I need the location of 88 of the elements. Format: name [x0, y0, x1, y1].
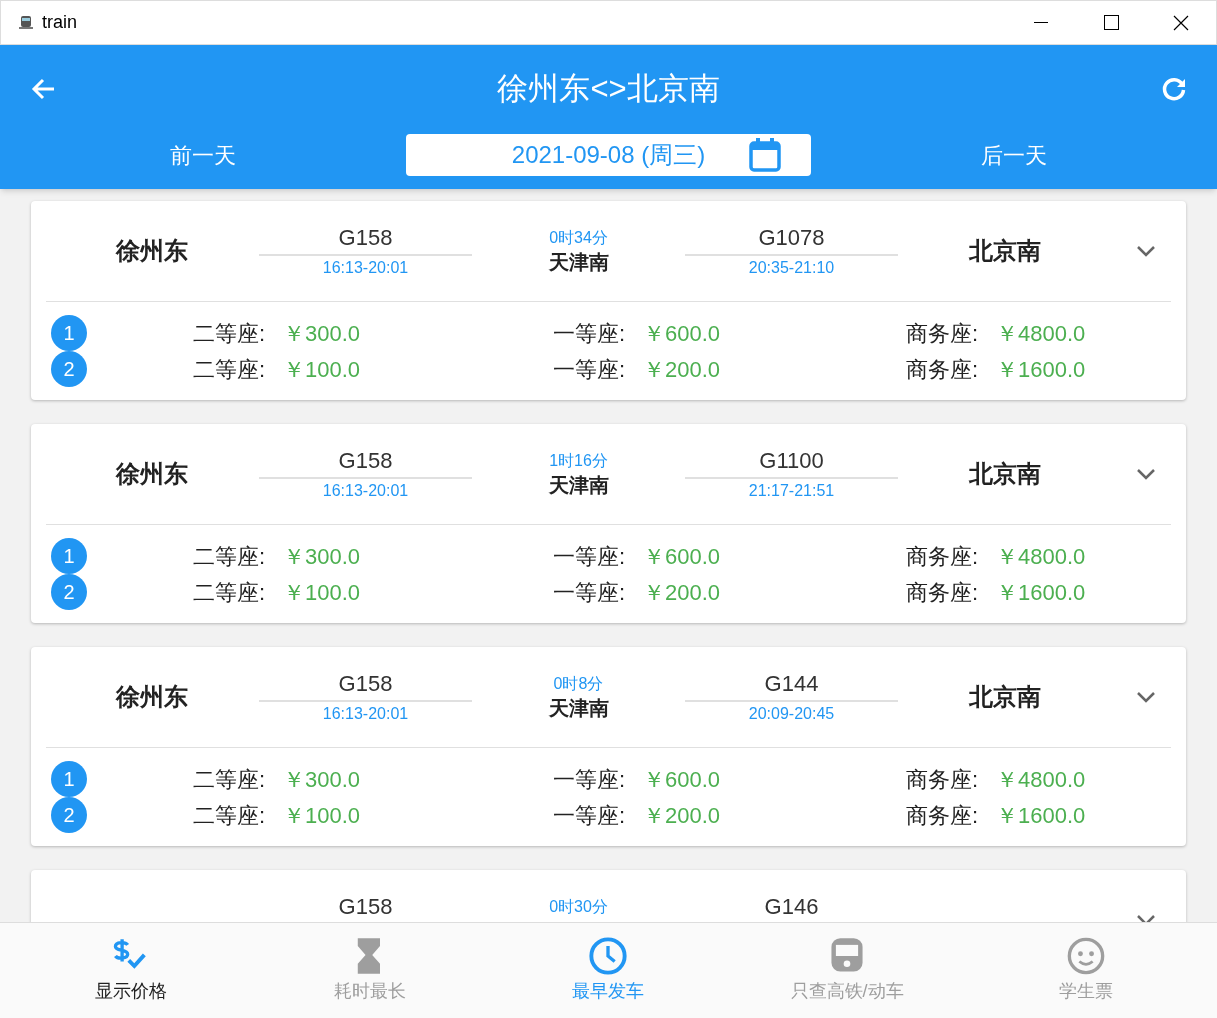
nav-tab[interactable]: 耗时最长 — [250, 923, 490, 1018]
minimize-icon — [1034, 21, 1048, 24]
fare-number-badge: 2 — [51, 797, 87, 833]
expand-chevron-icon[interactable] — [1135, 468, 1156, 480]
seat-price: ￥200.0 — [643, 578, 722, 607]
train-number: G158 — [259, 445, 472, 479]
seat-price: ￥4800.0 — [996, 319, 1087, 348]
expand-chevron-icon[interactable] — [1135, 914, 1156, 922]
maximize-icon — [1103, 15, 1119, 30]
transfer-wait: 0时8分 — [553, 674, 604, 694]
seat-class-label: 二等座: — [191, 578, 265, 607]
next-day-button[interactable]: 后一天 — [811, 138, 1217, 172]
seat-price: ￥200.0 — [643, 355, 722, 384]
arrival-station: 北京南 — [967, 236, 1042, 266]
seat-class-label: 商务座: — [904, 542, 978, 571]
clock-icon — [588, 936, 629, 976]
page-title: 徐州东<>北京南 — [496, 69, 721, 108]
transfer-wait: 0时34分 — [549, 228, 608, 248]
seat-price: ￥300.0 — [283, 765, 362, 794]
train-times: 16:13-20:01 — [322, 480, 409, 501]
nav-tab[interactable]: 最早发车 — [489, 923, 728, 1018]
seat-price: ￥600.0 — [643, 319, 722, 348]
app-icon — [18, 14, 34, 31]
seat-class-label: 二等座: — [191, 801, 265, 830]
transfer-wait: 1时16分 — [549, 451, 608, 471]
train-times: 21:17-21:51 — [748, 480, 835, 501]
transfer-station: 天津南 — [548, 250, 609, 275]
expand-chevron-icon[interactable] — [1135, 691, 1156, 703]
train-times: 16:13-20:01 — [322, 703, 409, 724]
fare-number-badge: 2 — [51, 351, 87, 387]
seat-class-label: 商务座: — [904, 319, 978, 348]
calendar-icon — [749, 138, 781, 172]
seat-class-label: 二等座: — [191, 542, 265, 571]
window-title: train — [42, 11, 77, 34]
expand-chevron-icon[interactable] — [1135, 245, 1156, 257]
seat-class-label: 商务座: — [904, 578, 978, 607]
seat-price: ￥600.0 — [643, 542, 722, 571]
seat-class-label: 商务座: — [904, 765, 978, 794]
fare-number-badge: 1 — [51, 538, 87, 574]
train-times: 20:09-20:45 — [748, 703, 835, 724]
seat-price: ￥300.0 — [283, 542, 362, 571]
fare-number-badge: 2 — [51, 574, 87, 610]
seat-price: ￥100.0 — [283, 801, 362, 830]
train-number: G144 — [685, 668, 898, 702]
transfer-station: 天津南 — [548, 696, 609, 721]
departure-station: 徐州东 — [114, 236, 189, 266]
departure-station: 徐州东 — [114, 459, 189, 489]
fare-number-badge: 1 — [51, 761, 87, 797]
arrival-station: 北京南 — [967, 682, 1042, 712]
seat-price: ￥4800.0 — [996, 542, 1087, 571]
seat-class-label: 二等座: — [191, 765, 265, 794]
transfer-wait: 0时30分 — [549, 897, 608, 917]
seat-class-label: 一等座: — [551, 355, 625, 384]
seat-class-label: 一等座: — [551, 542, 625, 571]
arrival-station: 北京南 — [967, 459, 1042, 489]
seat-price: ￥1600.0 — [996, 355, 1087, 384]
seat-class-label: 商务座: — [904, 355, 978, 384]
nav-tab[interactable]: 只查高铁/动车 — [727, 923, 967, 1018]
train-number: G158 — [259, 668, 472, 702]
seat-price: ￥300.0 — [283, 319, 362, 348]
seat-price: ￥100.0 — [283, 355, 362, 384]
seat-price: ￥100.0 — [283, 578, 362, 607]
train-times: 20:35-21:10 — [748, 257, 835, 278]
previous-day-button[interactable]: 前一天 — [0, 138, 406, 172]
seat-class-label: 一等座: — [551, 319, 625, 348]
transfer-station: 天津南 — [548, 473, 609, 498]
seat-price: ￥200.0 — [643, 801, 722, 830]
train-number: G1100 — [685, 445, 898, 479]
train-times: 16:13-20:01 — [322, 257, 409, 278]
seat-price: ￥1600.0 — [996, 801, 1087, 830]
seat-class-label: 二等座: — [191, 355, 265, 384]
seat-price: ￥1600.0 — [996, 578, 1087, 607]
date-picker[interactable]: 2021-09-08 (周三) — [406, 134, 811, 176]
fare-number-badge: 1 — [51, 315, 87, 351]
smiley-face-icon — [1065, 936, 1106, 976]
close-icon — [1173, 14, 1189, 31]
seat-class-label: 一等座: — [551, 801, 625, 830]
departure-station: 徐州东 — [114, 682, 189, 712]
nav-tab[interactable]: 显示价格 — [12, 923, 251, 1018]
seat-price: ￥600.0 — [643, 765, 722, 794]
seat-class-label: 一等座: — [551, 765, 625, 794]
train-number: G1078 — [685, 222, 898, 256]
seat-class-label: 一等座: — [551, 578, 625, 607]
seat-class-label: 商务座: — [904, 801, 978, 830]
train-number: G158 — [259, 222, 472, 256]
seat-class-label: 二等座: — [191, 319, 265, 348]
seat-price: ￥4800.0 — [996, 765, 1087, 794]
nav-tab[interactable]: 学生票 — [966, 923, 1205, 1018]
